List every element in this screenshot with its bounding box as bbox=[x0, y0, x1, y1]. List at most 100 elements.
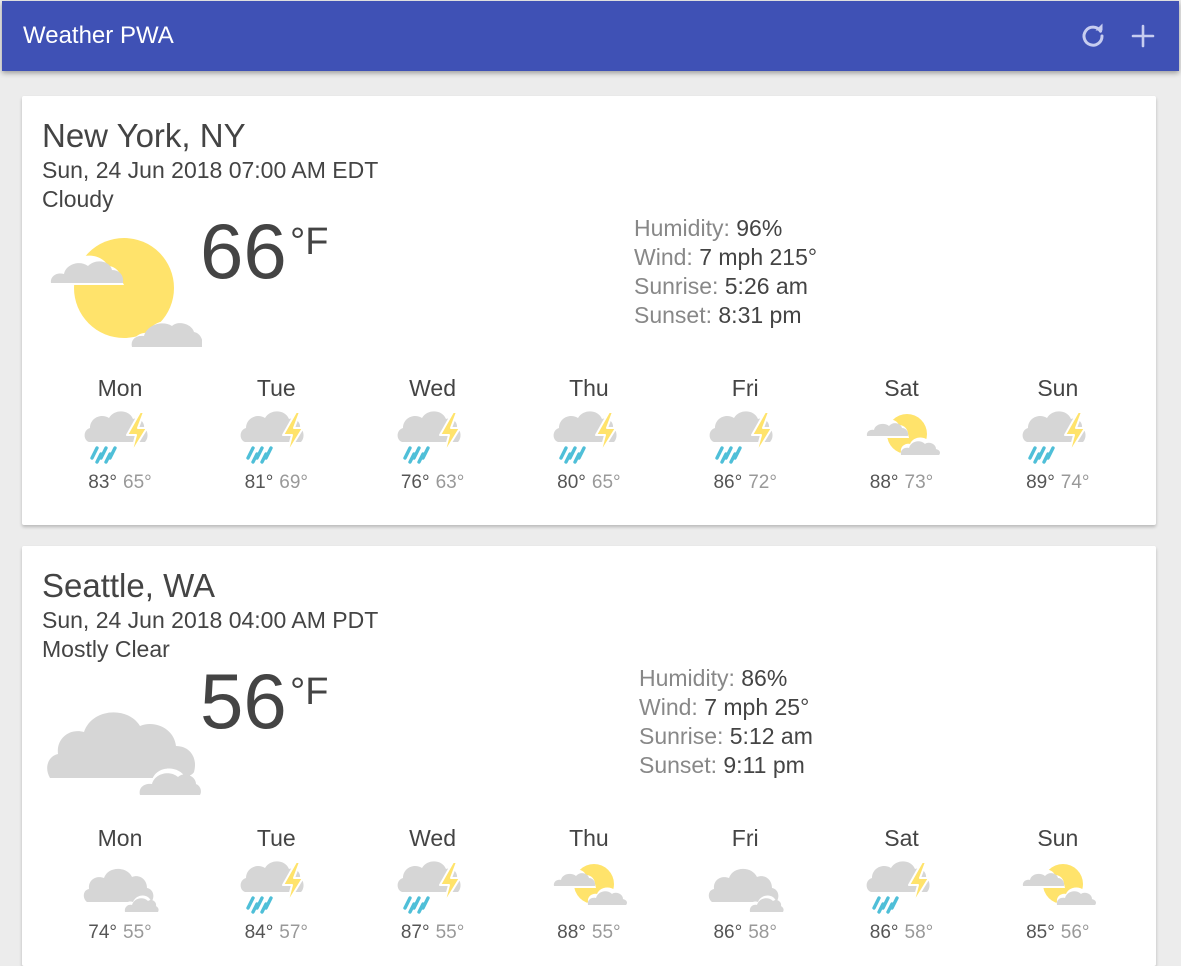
thunderstorms-icon bbox=[81, 408, 159, 468]
forecast-low: 55° bbox=[435, 922, 465, 943]
forecast-high: 87° bbox=[400, 922, 430, 943]
weather-card: Seattle, WA Sun, 24 Jun 2018 04:00 AM PD… bbox=[22, 546, 1156, 966]
forecast-high: 88° bbox=[557, 922, 586, 943]
weather-description: Mostly Clear bbox=[42, 636, 170, 662]
humidity-label: Humidity: bbox=[634, 215, 730, 241]
humidity-value: 96% bbox=[736, 215, 783, 241]
forecast-temperatures: 88° 55° bbox=[511, 922, 667, 944]
forecast-low: 58° bbox=[904, 922, 934, 943]
forecast-day-name: Mon bbox=[97, 825, 143, 851]
forecast-temperatures: 86° 58° bbox=[824, 922, 980, 944]
wind-row: Wind: 7 mph 215° bbox=[634, 243, 817, 272]
forecast-day-name: Tue bbox=[256, 375, 296, 401]
date-time: Sun, 24 Jun 2018 04:00 AM PDT bbox=[42, 607, 379, 633]
cloudy-icon bbox=[706, 858, 784, 918]
forecast-temperatures: 86° 58° bbox=[667, 922, 823, 944]
forecast-temperatures: 80° 65° bbox=[511, 472, 667, 494]
cloudy-icon bbox=[81, 858, 159, 918]
forecast-low: 57° bbox=[279, 922, 309, 943]
wind-label: Wind: bbox=[634, 244, 693, 270]
forecast-day: Sat 86° 58° bbox=[824, 824, 980, 944]
forecast-high: 84° bbox=[244, 922, 274, 943]
temperature-scale: °F bbox=[290, 671, 329, 713]
sunset-label: Sunset: bbox=[639, 752, 717, 778]
thunderstorms-icon bbox=[394, 408, 472, 468]
sunset-value: 9:11 pm bbox=[723, 752, 805, 778]
forecast-day: Sat 88° 73° bbox=[824, 374, 980, 494]
forecast-temperatures: 89° 74° bbox=[980, 472, 1136, 494]
weather-description: Cloudy bbox=[42, 186, 114, 212]
wind-label: Wind: bbox=[639, 694, 698, 720]
plus-icon bbox=[1131, 24, 1155, 48]
forecast-day: Tue 84° 57° bbox=[198, 824, 354, 944]
thunderstorms-icon bbox=[237, 858, 315, 918]
forecast-temperatures: 86° 72° bbox=[667, 472, 823, 494]
thunderstorms-icon bbox=[237, 408, 315, 468]
forecast-day-name: Sun bbox=[1037, 825, 1079, 851]
forecast-temperatures: 87° 55° bbox=[355, 922, 511, 944]
forecast-low: 72° bbox=[748, 472, 777, 493]
thunderstorms-icon bbox=[863, 858, 941, 918]
humidity-row: Humidity: 96% bbox=[634, 214, 817, 243]
sunrise-label: Sunrise: bbox=[639, 723, 724, 749]
forecast-temperatures: 74° 55° bbox=[42, 922, 198, 944]
forecast-low: 73° bbox=[904, 472, 934, 493]
forecast-high: 83° bbox=[88, 472, 117, 493]
forecast-day-name: Tue bbox=[256, 825, 296, 851]
forecast-high: 80° bbox=[557, 472, 586, 493]
forecast-high: 76° bbox=[400, 472, 430, 493]
humidity-label: Humidity: bbox=[639, 665, 735, 691]
forecast-low: 55° bbox=[591, 922, 621, 943]
forecast-day: Sun 89° 74° bbox=[980, 374, 1136, 494]
forecast-day: Thu 88° 55° bbox=[511, 824, 667, 944]
forecast-high: 81° bbox=[244, 472, 274, 493]
forecast-low: 65° bbox=[123, 472, 152, 493]
forecast-low: 55° bbox=[123, 922, 152, 943]
forecast-high: 89° bbox=[1026, 472, 1055, 493]
sunset-label: Sunset: bbox=[634, 302, 712, 328]
weather-details: Humidity: 96% Wind: 7 mph 215° Sunrise: … bbox=[634, 214, 817, 330]
forecast-row: Mon 74° 55° Tue 84° 57° Wed 87° 55° Thu 88° 55° Fri 8… bbox=[42, 824, 1136, 954]
forecast-day-name: Wed bbox=[409, 375, 457, 401]
forecast-temperatures: 76° 63° bbox=[355, 472, 511, 494]
refresh-button[interactable] bbox=[1079, 22, 1107, 50]
forecast-low: 65° bbox=[591, 472, 621, 493]
sunrise-value: 5:26 am bbox=[724, 273, 808, 299]
forecast-high: 86° bbox=[713, 922, 743, 943]
forecast-day-name: Sat bbox=[884, 375, 919, 401]
forecast-day: Fri 86° 58° bbox=[667, 824, 823, 944]
humidity-value: 86% bbox=[741, 665, 788, 691]
partly-cloudy-icon bbox=[1019, 858, 1097, 918]
app-title: Weather PWA bbox=[23, 22, 174, 49]
forecast-day-name: Thu bbox=[569, 825, 609, 851]
date-time: Sun, 24 Jun 2018 07:00 AM EDT bbox=[42, 157, 379, 183]
forecast-temperatures: 84° 57° bbox=[198, 922, 354, 944]
forecast-day-name: Wed bbox=[409, 825, 457, 851]
refresh-icon bbox=[1082, 23, 1104, 47]
forecast-day: Mon 74° 55° bbox=[42, 824, 198, 944]
forecast-day-name: Mon bbox=[97, 375, 143, 401]
thunderstorms-icon bbox=[706, 408, 784, 468]
partly-cloudy-icon bbox=[863, 408, 941, 468]
forecast-day: Mon 83° 65° bbox=[42, 374, 198, 494]
forecast-day: Wed 76° 63° bbox=[355, 374, 511, 494]
forecast-low: 74° bbox=[1060, 472, 1090, 493]
thunderstorms-icon bbox=[394, 858, 472, 918]
forecast-temperatures: 85° 56° bbox=[980, 922, 1136, 944]
temperature-scale: °F bbox=[290, 221, 329, 263]
forecast-temperatures: 88° 73° bbox=[824, 472, 980, 494]
forecast-low: 58° bbox=[748, 922, 777, 943]
forecast-day-name: Sun bbox=[1037, 375, 1079, 401]
forecast-day-name: Sat bbox=[884, 825, 919, 851]
forecast-temperatures: 81° 69° bbox=[198, 472, 354, 494]
forecast-row: Mon 83° 65° Tue 81° 69° Wed 76° 63° Thu 80° 65° Fri 8… bbox=[42, 374, 1136, 504]
partly-cloudy-icon bbox=[44, 236, 202, 351]
add-city-button[interactable] bbox=[1129, 22, 1157, 50]
forecast-high: 85° bbox=[1026, 922, 1055, 943]
cloudy-icon bbox=[44, 686, 202, 801]
humidity-row: Humidity: 86% bbox=[639, 664, 813, 693]
sunset-row: Sunset: 8:31 pm bbox=[634, 301, 817, 330]
forecast-high: 86° bbox=[713, 472, 743, 493]
forecast-day: Fri 86° 72° bbox=[667, 374, 823, 494]
forecast-day-name: Fri bbox=[731, 825, 759, 851]
